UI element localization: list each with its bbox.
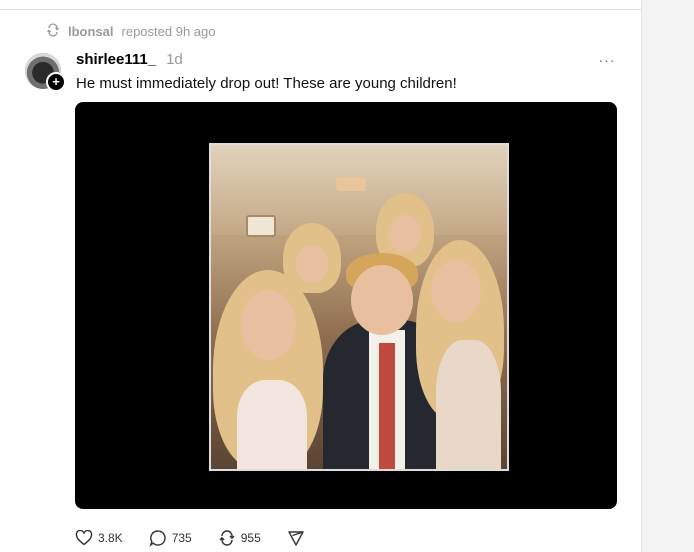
send-button[interactable] bbox=[287, 529, 305, 547]
share-icon bbox=[218, 529, 236, 547]
like-count: 3.8K bbox=[98, 531, 123, 545]
send-icon bbox=[287, 529, 305, 547]
author-row: shirlee111_ 1d bbox=[76, 51, 183, 69]
post-media[interactable] bbox=[75, 102, 617, 509]
post-photo bbox=[209, 143, 509, 471]
post-time[interactable]: 1d bbox=[166, 51, 183, 68]
repost-username[interactable]: lbonsal bbox=[68, 24, 114, 39]
post-card: lbonsal reposted 9h ago + shirlee111_ 1d… bbox=[0, 0, 642, 552]
author-name[interactable]: shirlee111_ bbox=[76, 51, 156, 68]
post-text: He must immediately drop out! These are … bbox=[76, 75, 457, 92]
plus-icon[interactable]: + bbox=[46, 72, 66, 92]
comment-count: 735 bbox=[171, 531, 192, 545]
repost-text: reposted 9h ago bbox=[121, 23, 216, 39]
repost-count: 955 bbox=[240, 531, 261, 545]
heart-icon bbox=[75, 530, 93, 546]
repost-header[interactable]: lbonsal reposted 9h ago bbox=[46, 22, 215, 40]
action-bar: 3.8K 735 955 bbox=[75, 528, 305, 548]
repost-icon bbox=[46, 22, 60, 40]
like-button[interactable]: 3.8K bbox=[75, 530, 123, 546]
comment-icon bbox=[149, 529, 167, 547]
more-icon[interactable]: ··· bbox=[598, 52, 616, 68]
divider bbox=[0, 0, 641, 10]
repost-button[interactable]: 955 bbox=[218, 529, 261, 547]
comment-button[interactable]: 735 bbox=[149, 529, 192, 547]
avatar[interactable]: + bbox=[25, 53, 66, 92]
